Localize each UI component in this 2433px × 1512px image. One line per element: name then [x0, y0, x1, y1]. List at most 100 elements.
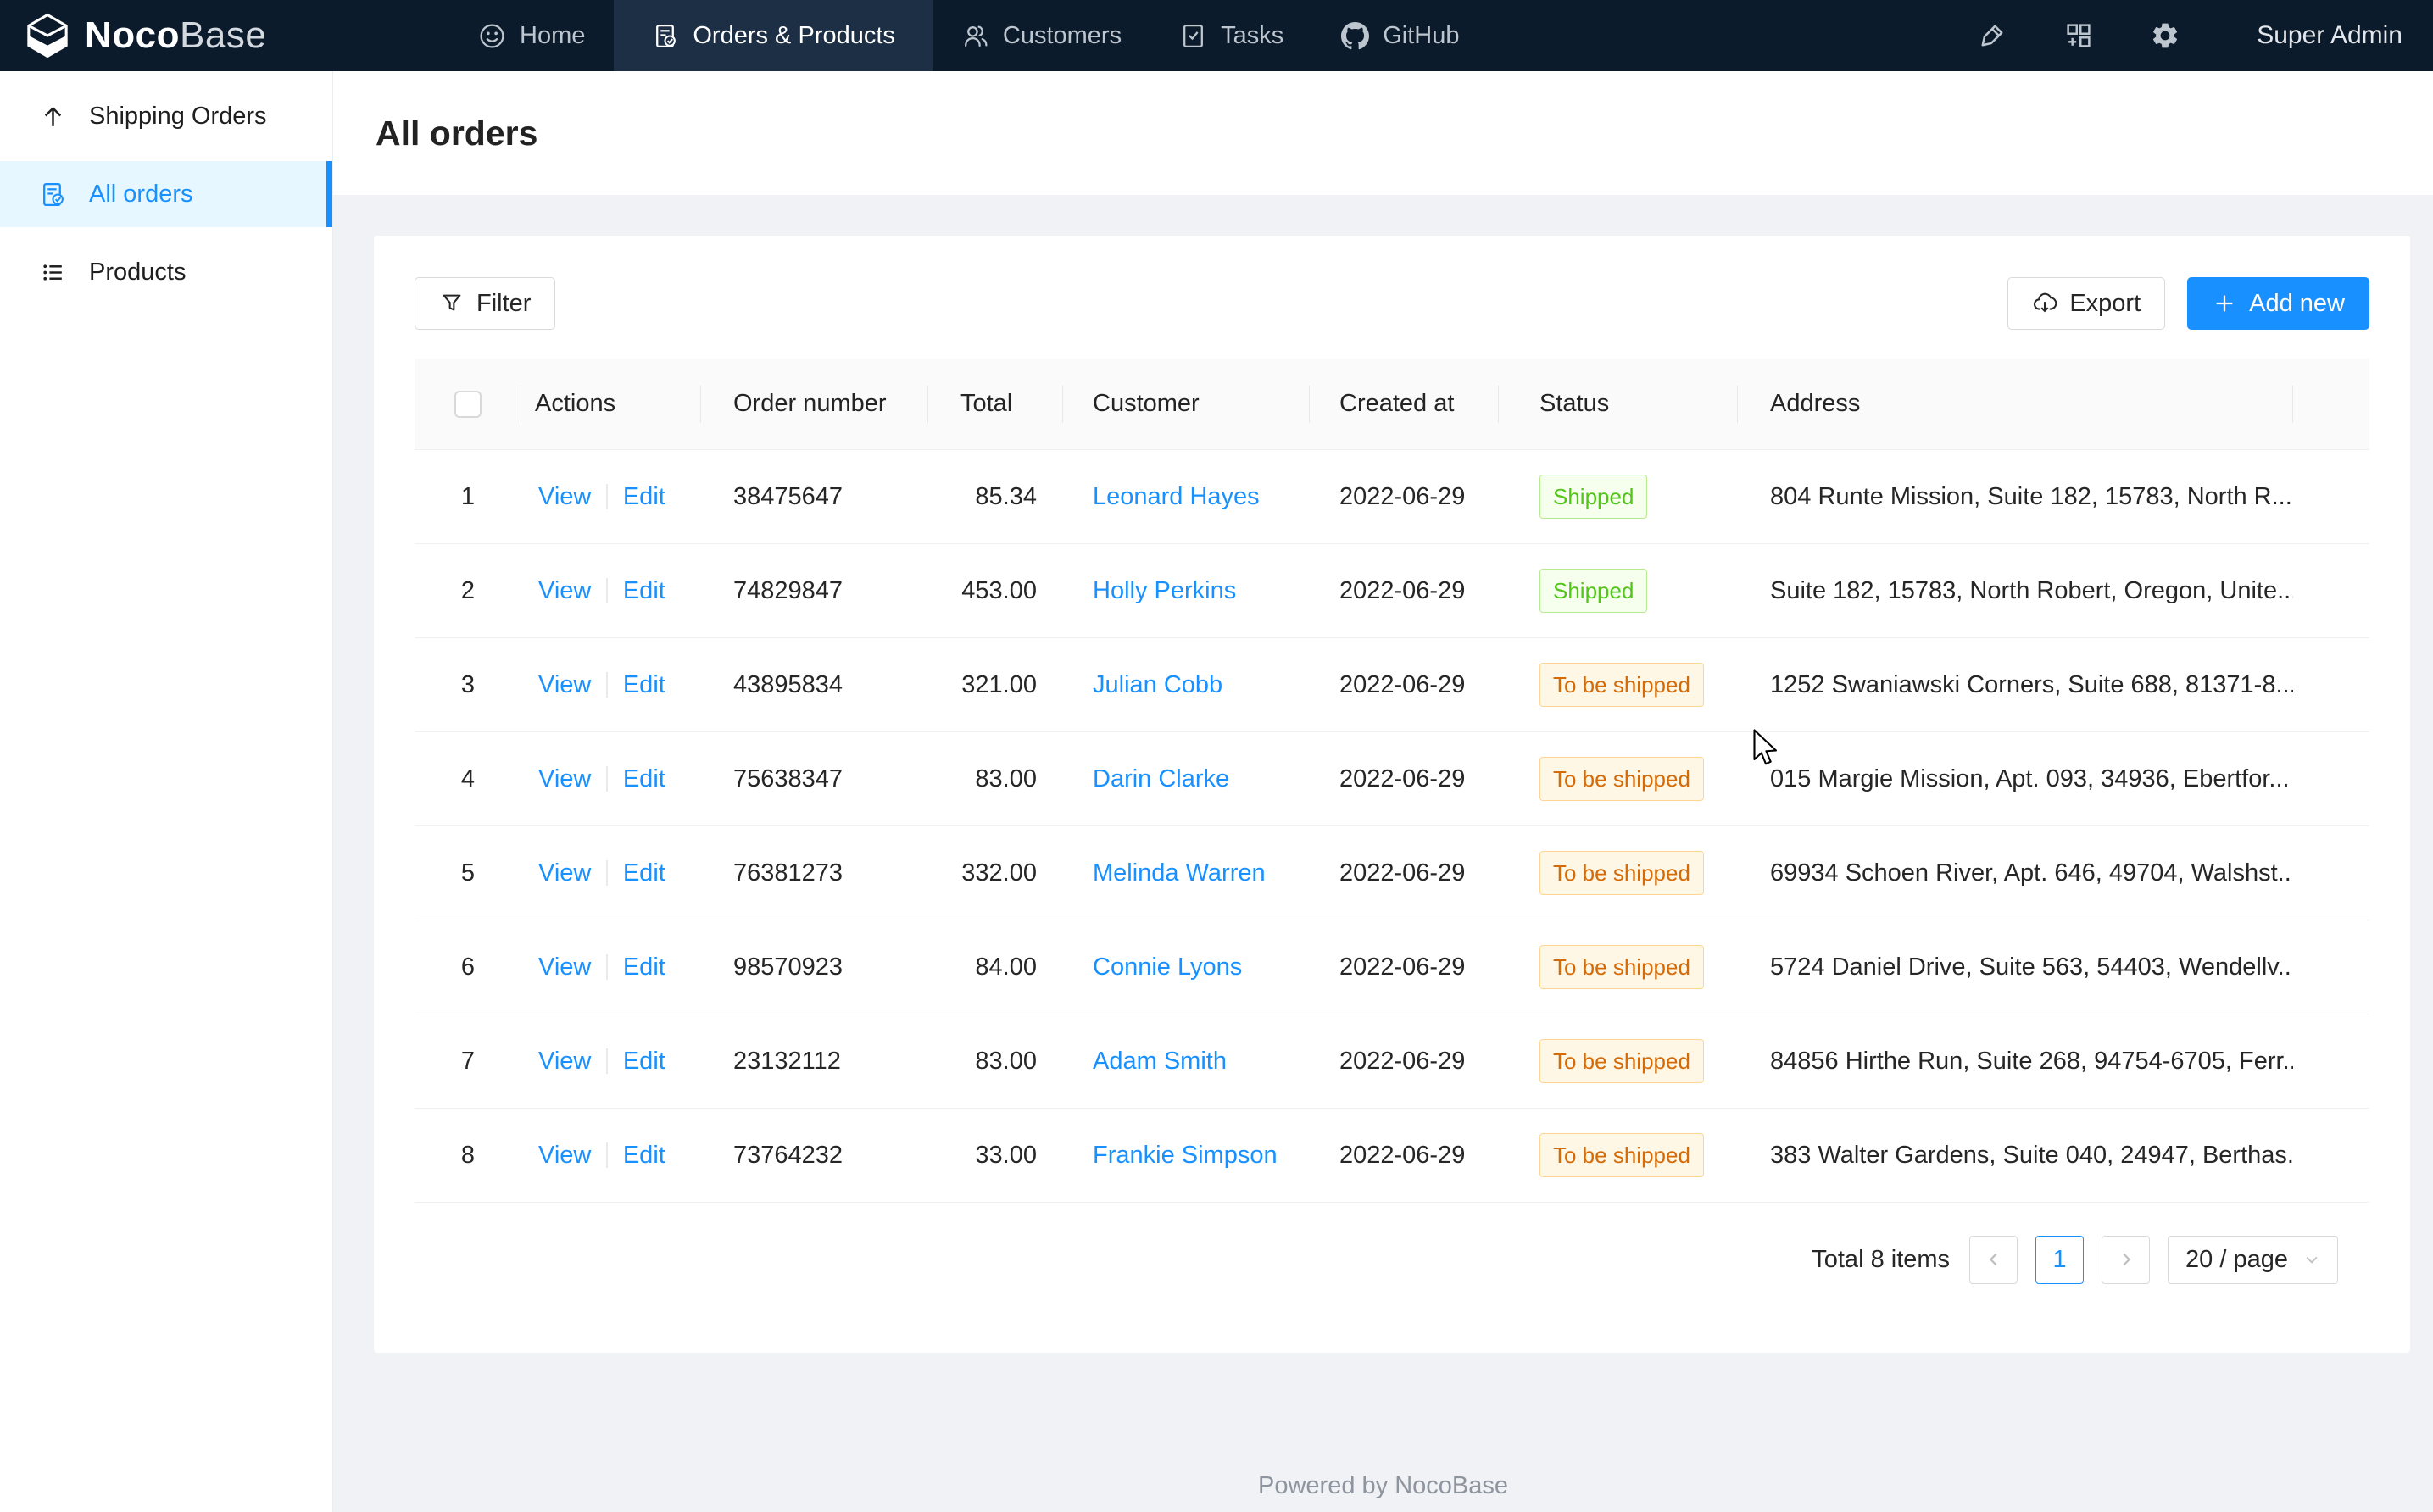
edit-link[interactable]: Edit [623, 671, 665, 699]
filter-button[interactable]: Filter [415, 277, 555, 330]
nav-items: Home Orders & Products Customers [449, 0, 1489, 71]
cloud-download-icon [2032, 291, 2057, 316]
actions-divider [606, 1048, 608, 1074]
created-at-cell: 2022-06-29 [1310, 577, 1499, 605]
customer-link[interactable]: Holly Perkins [1093, 577, 1236, 604]
customer-link[interactable]: Frankie Simpson [1093, 1142, 1278, 1169]
add-new-button[interactable]: Add new [2187, 277, 2369, 330]
order-number-cell: 76381273 [701, 859, 928, 887]
pagination: Total 8 items 1 20 / page [1812, 1235, 2338, 1284]
customer-cell: Julian Cobb [1063, 671, 1310, 699]
customer-link[interactable]: Darin Clarke [1093, 765, 1229, 792]
chevron-left-icon [1985, 1250, 2003, 1269]
customer-link[interactable]: Melinda Warren [1093, 859, 1266, 887]
brand-text: NocoBase [85, 14, 266, 57]
view-link[interactable]: View [538, 671, 591, 699]
page-number-1[interactable]: 1 [2035, 1236, 2084, 1284]
prev-page-button[interactable] [1969, 1236, 2018, 1284]
nav-item-label: GitHub [1383, 22, 1459, 50]
total-cell: 85.34 [928, 483, 1063, 511]
address-cell: 383 Walter Gardens, Suite 040, 24947, Be… [1738, 1142, 2293, 1170]
actions-divider [606, 766, 608, 792]
cube-logo-icon [24, 12, 71, 59]
view-link[interactable]: View [538, 1142, 591, 1170]
edit-link[interactable]: Edit [623, 765, 665, 793]
status-badge: To be shipped [1539, 1039, 1704, 1083]
customer-link[interactable]: Connie Lyons [1093, 953, 1242, 981]
nav-item-home[interactable]: Home [449, 0, 614, 71]
next-page-button[interactable] [2102, 1236, 2150, 1284]
address-cell: 84856 Hirthe Run, Suite 268, 94754-6705,… [1738, 1048, 2293, 1076]
arrow-up-icon [39, 103, 67, 131]
table-row: 2 View Edit 74829847 453.00 Holly Perkin… [415, 544, 2369, 638]
sidebar-item-shipping-orders[interactable]: Shipping Orders [0, 83, 332, 149]
address-cell: 804 Runte Mission, Suite 182, 15783, Nor… [1738, 483, 2293, 511]
edit-link[interactable]: Edit [623, 577, 665, 605]
view-link[interactable]: View [538, 577, 591, 605]
row-actions: View Edit [521, 765, 701, 793]
sidebar-item-products[interactable]: Products [0, 239, 332, 305]
address-cell: Suite 182, 15783, North Robert, Oregon, … [1738, 577, 2293, 605]
row-actions: View Edit [521, 1048, 701, 1076]
row-actions: View Edit [521, 671, 701, 699]
select-all-checkbox[interactable] [454, 391, 482, 418]
pagination-total: Total 8 items [1812, 1246, 1950, 1274]
nav-item-github[interactable]: GitHub [1312, 0, 1488, 71]
sidebar: Shipping Orders All orders Products [0, 71, 333, 1512]
status-cell: To be shipped [1499, 945, 1738, 989]
status-badge: To be shipped [1539, 663, 1704, 707]
header-select-cell [415, 359, 521, 449]
order-number-cell: 74829847 [701, 577, 928, 605]
status-cell: To be shipped [1499, 757, 1738, 801]
row-index: 1 [415, 483, 521, 511]
customer-link[interactable]: Julian Cobb [1093, 671, 1222, 698]
created-at-cell: 2022-06-29 [1310, 483, 1499, 511]
view-link[interactable]: View [538, 859, 591, 887]
gear-icon[interactable] [2150, 20, 2180, 51]
row-index: 3 [415, 671, 521, 699]
edit-link[interactable]: Edit [623, 483, 665, 511]
created-at-cell: 2022-06-29 [1310, 1142, 1499, 1170]
edit-link[interactable]: Edit [623, 859, 665, 887]
plugin-blocks-icon[interactable] [2063, 20, 2094, 51]
orders-table: Actions Order number Total Customer Crea… [415, 359, 2369, 1203]
address-cell: 015 Margie Mission, Apt. 093, 34936, Ebe… [1738, 765, 2293, 793]
customer-link[interactable]: Leonard Hayes [1093, 483, 1260, 510]
column-header-order-number: Order number [701, 359, 928, 449]
customer-link[interactable]: Adam Smith [1093, 1048, 1227, 1075]
created-at-cell: 2022-06-29 [1310, 765, 1499, 793]
nav-item-orders-products[interactable]: Orders & Products [614, 0, 933, 71]
order-number-cell: 38475647 [701, 483, 928, 511]
edit-link[interactable]: Edit [623, 953, 665, 981]
sidebar-item-all-orders[interactable]: All orders [0, 161, 332, 227]
nocobase-logo[interactable]: NocoBase [0, 0, 449, 71]
edit-link[interactable]: Edit [623, 1048, 665, 1076]
view-link[interactable]: View [538, 765, 591, 793]
row-actions: View Edit [521, 577, 701, 605]
page-size-select[interactable]: 20 / page [2168, 1236, 2338, 1284]
status-cell: Shipped [1499, 569, 1738, 613]
highlighter-icon[interactable] [1977, 20, 2007, 51]
total-cell: 321.00 [928, 671, 1063, 699]
export-button[interactable]: Export [2007, 277, 2165, 330]
task-check-icon [1179, 22, 1207, 50]
status-cell: To be shipped [1499, 663, 1738, 707]
view-link[interactable]: View [538, 953, 591, 981]
customer-cell: Frankie Simpson [1063, 1142, 1310, 1170]
row-index: 5 [415, 859, 521, 887]
actions-divider [606, 578, 608, 603]
row-index: 2 [415, 577, 521, 605]
nav-item-customers[interactable]: Customers [933, 0, 1150, 71]
actions-divider [606, 484, 608, 509]
view-link[interactable]: View [538, 1048, 591, 1076]
table-row: 5 View Edit 76381273 332.00 Melinda Warr… [415, 826, 2369, 920]
nav-item-label: Home [520, 22, 585, 50]
page-title: All orders [376, 114, 537, 153]
actions-divider [606, 1142, 608, 1168]
created-at-cell: 2022-06-29 [1310, 671, 1499, 699]
user-menu[interactable]: Super Admin [2257, 21, 2402, 50]
view-link[interactable]: View [538, 483, 591, 511]
nav-item-tasks[interactable]: Tasks [1150, 0, 1312, 71]
edit-link[interactable]: Edit [623, 1142, 665, 1170]
chevron-down-icon [2303, 1251, 2320, 1268]
